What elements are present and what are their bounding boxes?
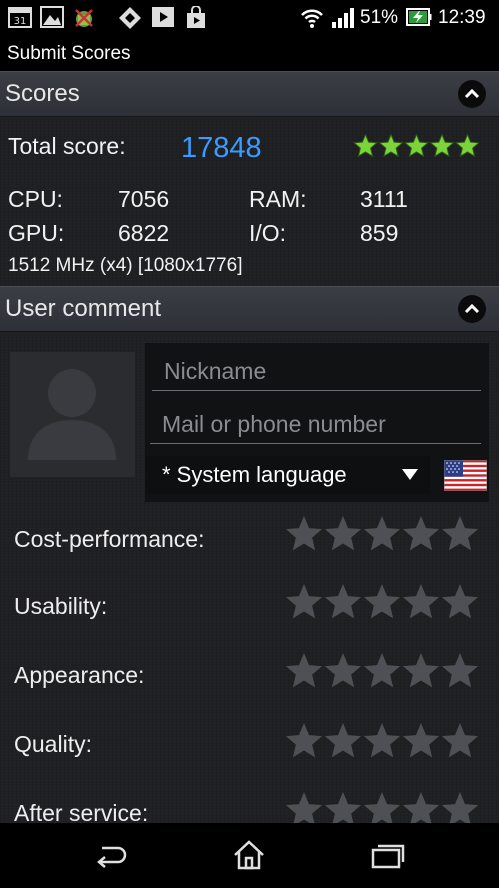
gpu-value: 6822 [118,220,170,246]
rating-star-3[interactable] [363,584,401,619]
rating-star-2[interactable] [324,792,362,823]
ram-label: RAM: [249,186,307,212]
signal-icon [332,8,354,28]
rating-star-5[interactable] [441,723,479,758]
cpu-value: 7056 [118,186,170,212]
rating-star-2[interactable] [324,723,362,758]
battery-charging-icon [406,8,432,26]
total-star-3 [403,134,430,158]
rating-label-quality: Quality: [14,731,92,757]
rating-star-4[interactable] [402,584,440,619]
total-star-2 [378,134,404,158]
rating-star-1[interactable] [285,584,323,619]
scores-collapse-button[interactable] [458,80,486,108]
home-icon[interactable] [232,839,266,871]
comment-section-header[interactable]: User comment [0,286,499,332]
rating-star-3[interactable] [363,653,401,688]
device-info: 1512 MHz (x4) [1080x1776] [8,255,243,276]
wifi-icon [301,9,323,28]
rating-star-1[interactable] [285,723,323,758]
io-value: 859 [360,220,399,246]
us-flag-icon[interactable] [444,460,487,491]
rating-star-2[interactable] [324,653,362,688]
dropdown-arrow-icon [402,469,418,480]
io-label: I/O: [249,220,287,246]
rating-star-2[interactable] [324,516,362,551]
store-icon [119,7,141,29]
rating-star-1[interactable] [285,653,323,688]
title-bar: Submit Scores [0,36,499,71]
rating-label-after-service: After service: [14,800,149,823]
rating-stars-quality[interactable] [285,721,480,761]
rating-star-4[interactable] [402,723,440,758]
play-store-icon [187,6,205,28]
scroll-content[interactable]: Scores Total score: 17848 CPU: 7056 RAM:… [0,71,499,823]
rating-label-appearance: Appearance: [14,662,145,688]
calendar-day: 31 [14,16,27,27]
total-star-4 [429,134,455,158]
rating-star-4[interactable] [402,516,440,551]
status-bar: 31 51% 12:39 [0,0,499,36]
ram-value: 3111 [360,186,408,212]
cpu-label: CPU: [8,186,63,212]
rating-star-2[interactable] [324,584,362,619]
gallery-icon [40,6,64,28]
total-score-label: Total score: [8,133,126,159]
language-select[interactable]: * System language [146,456,430,494]
person-silhouette-icon [28,369,116,460]
total-star-1 [353,134,379,158]
chevron-up-icon [464,88,480,99]
back-icon[interactable] [94,844,128,868]
comment-section-title: User comment [5,295,162,322]
rating-stars-after-service[interactable] [285,790,480,823]
clock: 12:39 [438,7,486,28]
rating-star-3[interactable] [363,792,401,823]
rating-star-4[interactable] [402,792,440,823]
rating-star-5[interactable] [441,584,479,619]
navigation-bar [0,823,499,888]
rating-stars-cost-performance[interactable] [285,514,480,554]
nickname-input[interactable] [152,353,481,391]
rating-star-5[interactable] [441,516,479,551]
total-score-value: 17848 [181,132,262,164]
total-star-5 [454,134,479,158]
rating-star-5[interactable] [441,653,479,688]
rating-star-3[interactable] [363,723,401,758]
page-title: Submit Scores [7,43,131,64]
avatar[interactable] [10,352,135,477]
scores-section-title: Scores [5,80,80,107]
rating-label-cost-performance: Cost-performance: [14,526,205,552]
language-selected-value: * System language [162,462,347,487]
rating-stars-usability[interactable] [285,582,480,622]
recent-apps-icon[interactable] [371,843,405,869]
gpu-label: GPU: [8,220,65,246]
rating-star-1[interactable] [285,516,323,551]
contact-input[interactable] [150,406,481,444]
rating-star-5[interactable] [441,792,479,823]
total-score-stars [353,134,479,158]
comment-collapse-button[interactable] [458,295,486,323]
android-debug-icon [75,9,93,27]
chevron-up-icon [464,303,480,314]
rating-star-4[interactable] [402,653,440,688]
rating-star-1[interactable] [285,792,323,823]
rating-label-usability: Usability: [14,593,108,619]
play-movies-icon [152,7,174,27]
rating-stars-appearance[interactable] [285,651,480,691]
calendar-icon: 31 [8,7,32,28]
scores-section-header[interactable]: Scores [0,71,499,117]
battery-percent: 51% [360,7,399,28]
rating-star-3[interactable] [363,516,401,551]
